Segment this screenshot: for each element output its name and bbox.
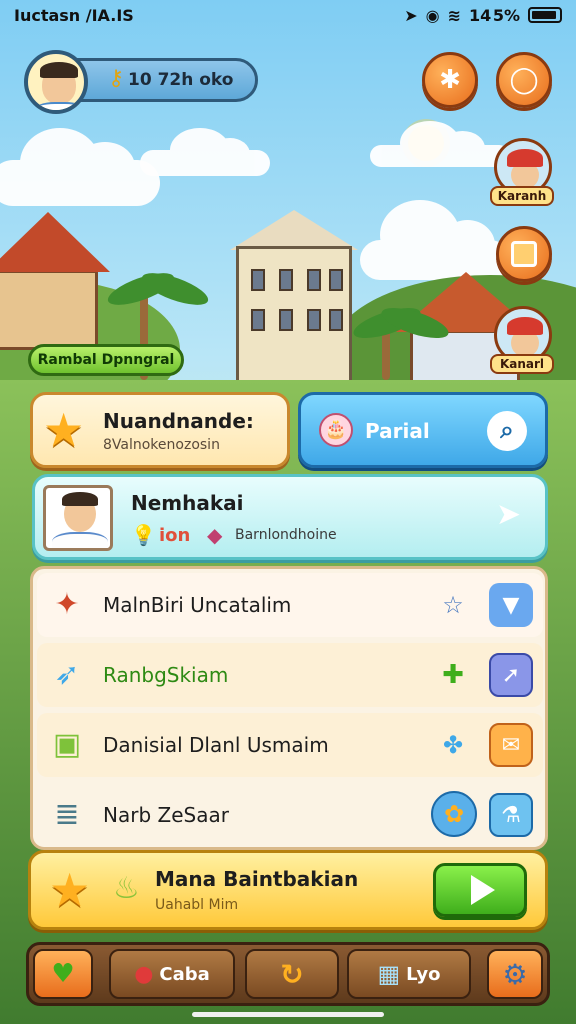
featured-title: Mana Baintbakian (155, 867, 359, 891)
list-item[interactable]: ✦ MalnBiri Uncatalim ☆ ▼ (37, 573, 543, 637)
puzzle-button[interactable]: ✱ (422, 52, 478, 108)
list-item[interactable]: ➶ RanbgSkiam ✚ ➚ (37, 643, 543, 707)
profile-stat-value: ion (159, 525, 191, 546)
flower-icon[interactable]: ✿ (431, 791, 477, 837)
play-icon (471, 875, 495, 905)
arrow-icon[interactable]: ➤ (496, 497, 521, 532)
location-icon: ➤ (404, 5, 418, 25)
swirl-icon: ↻ (280, 957, 304, 991)
cloud (370, 121, 510, 167)
pot-icon: ● (134, 961, 154, 987)
quest-card[interactable]: ★ Nuandnande: 8Valnokenozosin (30, 392, 290, 468)
feather-icon: ➶ (54, 657, 80, 692)
leaf-icon: ✦ (54, 587, 80, 622)
potion-icon: ♨ (113, 871, 140, 906)
profile-card[interactable]: Nemhakai 💡 ion ◆ Barnlondhoine ➤ (32, 474, 548, 560)
home-indicator[interactable] (192, 1012, 384, 1017)
profile-stat-label: Barnlondhoine (235, 527, 337, 543)
player-profile-pill[interactable]: 10 72h oko ⚷ (24, 50, 258, 114)
gem-icon: ◆ (207, 523, 223, 547)
lightbulb-icon: 💡 (131, 523, 156, 547)
battery-percent: 14 5% (468, 5, 520, 25)
puzzle-icon: ✱ (439, 65, 461, 95)
quest-subtitle: 8Valnokenozosin (103, 437, 220, 453)
alarm-icon: ◉ (425, 5, 440, 25)
list-item[interactable]: ▣ Danisial Dlanl Usmaim ✤ ✉ (37, 713, 543, 777)
action-list: ✦ MalnBiri Uncatalim ☆ ▼ ➶ RanbgSkiam ✚ … (30, 566, 548, 850)
nav-caba-label: Caba (159, 963, 210, 985)
map-icon (511, 241, 537, 267)
settings-ring-icon: ◯ (509, 65, 539, 95)
building-roof (230, 210, 358, 250)
house-roof (0, 212, 110, 272)
star-outline-icon[interactable]: ☆ (435, 587, 471, 623)
star-icon: ★ (49, 863, 91, 917)
nav-lyo-button[interactable]: ▦ Lyo (347, 949, 471, 999)
map-button[interactable] (496, 226, 552, 282)
nav-caba-button[interactable]: ● Caba (109, 949, 235, 999)
mail-button[interactable]: ✉ (489, 723, 533, 767)
quest-title: Nuandnande: (103, 409, 254, 433)
profile-avatar (43, 485, 113, 551)
town-hall-building (236, 246, 352, 386)
list-item[interactable]: ≣ Narb ZeSaar ✿ ⚗ (37, 783, 543, 847)
npc-2-label: Kanarl (490, 354, 554, 374)
bottom-nav: ♥ ● Caba ↻ ▦ Lyo ⚙ (26, 942, 550, 1006)
arrow-down-button[interactable]: ▼ (489, 583, 533, 627)
menu-ring-button[interactable]: ◯ (496, 52, 552, 108)
search-label: Parial (365, 419, 430, 443)
location-name: Rambal Dpnngral (37, 352, 175, 368)
wifi-icon: ≋ (447, 5, 461, 25)
player-avatar[interactable] (24, 50, 88, 114)
search-card[interactable]: 🎂 Parial ⌕ (298, 392, 548, 468)
village-house (0, 270, 98, 350)
featured-quest-card[interactable]: ★ ♨ Mana Baintbakian Uahabl Mim (28, 850, 548, 930)
cloud (140, 128, 270, 176)
gear-icon: ⚙ (502, 957, 528, 991)
list-item-label: RanbgSkiam (103, 663, 229, 687)
add-icon[interactable]: ✚ (435, 657, 471, 693)
status-time: Iuctasn ∕IA.IS (14, 5, 134, 25)
backpack-icon: ▣ (52, 727, 82, 762)
search-icon[interactable]: ⌕ (487, 411, 527, 451)
box-icon: ▦ (377, 960, 401, 988)
battery-icon (528, 7, 562, 23)
currency-amount: 10 72h oko (128, 70, 234, 90)
play-button[interactable] (433, 863, 527, 917)
cake-icon: 🎂 (319, 413, 353, 447)
status-bar: Iuctasn ∕IA.IS ➤ ◉ ≋ 14 5% (0, 0, 576, 30)
profile-name: Nemhakai (131, 491, 244, 515)
list-item-label: Danisial Dlanl Usmaim (103, 733, 329, 757)
list-item-label: Narb ZeSaar (103, 803, 229, 827)
books-icon: ≣ (54, 797, 80, 832)
npc-1-label: Karanh (490, 186, 554, 206)
star-icon: ★ (43, 403, 85, 457)
list-item-label: MalnBiri Uncatalim (103, 593, 292, 617)
cloud (0, 128, 160, 206)
potion-button[interactable]: ⚗ (489, 793, 533, 837)
key-icon: ⚷ (108, 66, 125, 91)
nav-settings-button[interactable]: ⚙ (487, 949, 543, 999)
nav-favorites-button[interactable]: ♥ (33, 949, 93, 999)
puzzle-piece-icon[interactable]: ✤ (435, 727, 471, 763)
nav-center-button[interactable]: ↻ (245, 949, 339, 999)
location-tag: Rambal Dpnngral (28, 344, 184, 376)
status-icons: ➤ ◉ ≋ 14 5% (404, 6, 562, 25)
rocket-button[interactable]: ➚ (489, 653, 533, 697)
nav-lyo-label: Lyo (406, 963, 441, 985)
featured-subtitle: Uahabl Mim (155, 897, 239, 913)
heart-icon: ♥ (51, 959, 75, 989)
